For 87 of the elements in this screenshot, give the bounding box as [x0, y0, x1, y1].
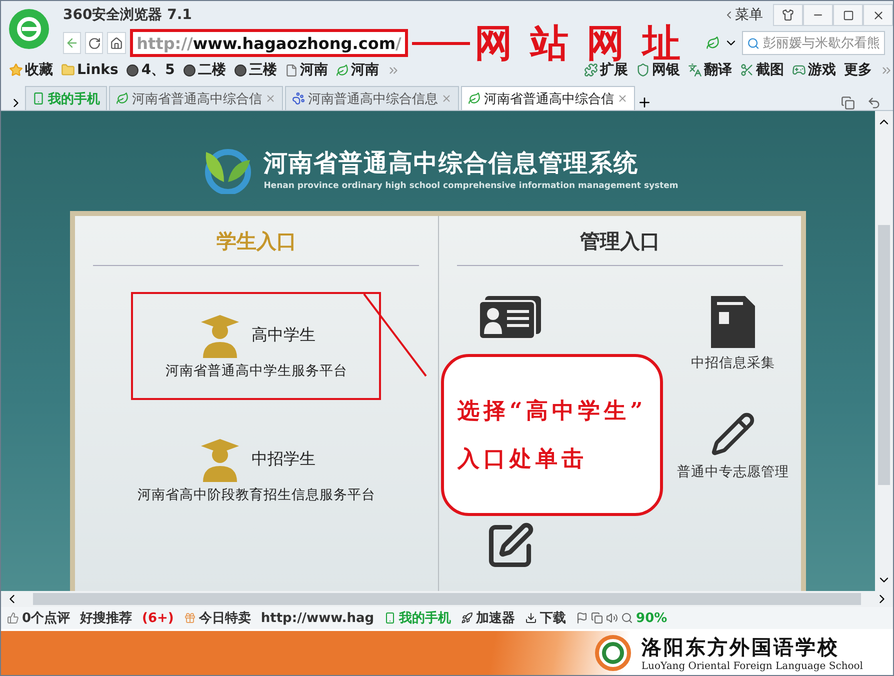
undo-icon[interactable]: [867, 96, 881, 110]
home-icon: [110, 36, 124, 50]
student-entry[interactable]: 中招学生 河南省高中阶段教育招生信息服务平台: [131, 416, 382, 524]
school-logo-icon: [595, 635, 632, 671]
bookmark-item[interactable]: Links: [61, 62, 118, 78]
browser-tab[interactable]: 河南普通高中综合信息: [285, 86, 459, 110]
windows-icon[interactable]: [591, 612, 604, 624]
bookmark-item[interactable]: 三楼: [234, 61, 277, 79]
horizontal-scrollbar[interactable]: [1, 591, 893, 607]
section-heading: 学生入口: [93, 216, 420, 266]
bookmark-item[interactable]: 河南: [336, 61, 379, 79]
puzzle-icon: [584, 63, 598, 77]
admin-entry-label[interactable]: 普通中专志愿管理: [677, 463, 789, 481]
toolbar-item[interactable]: 网银: [636, 61, 680, 79]
toolbar-item[interactable]: 扩展: [584, 61, 628, 79]
gift-icon: [184, 612, 196, 624]
section-heading: 管理入口: [456, 216, 783, 266]
window-title: 360安全浏览器 7.1: [63, 6, 192, 24]
document-icon[interactable]: [711, 296, 755, 348]
refresh-button[interactable]: [85, 32, 104, 54]
search-icon: [747, 36, 760, 50]
callout-text: 入口处单击: [458, 445, 588, 474]
leaf-icon: [706, 36, 720, 50]
close-button[interactable]: [863, 4, 893, 26]
browser-logo-icon[interactable]: [9, 9, 49, 49]
phone-icon: [32, 92, 45, 105]
page-icon: [284, 64, 298, 76]
school-subtitle: LuoYang Oriental Foreign Language School: [641, 661, 863, 672]
pencil-icon[interactable]: [710, 411, 756, 457]
thumbs-up-icon: [7, 612, 19, 624]
restore-tab-icon[interactable]: [841, 96, 855, 110]
translate-icon: [688, 63, 702, 77]
phone-icon: [384, 612, 396, 624]
bookmark-item[interactable]: 收藏: [9, 61, 53, 79]
browser-tab[interactable]: 河南省普通高中综合信: [461, 86, 635, 110]
status-item[interactable]: http://www.hag: [260, 610, 374, 626]
status-item[interactable]: 下载: [525, 609, 566, 627]
maximize-icon: [842, 10, 854, 20]
bookmark-item[interactable]: 河南: [284, 61, 328, 79]
browser-tab[interactable]: 河南省普通高中综合信: [109, 86, 283, 110]
status-item[interactable]: (6+): [142, 610, 174, 626]
bookmark-item[interactable]: 二楼: [182, 61, 226, 79]
toolbar-item[interactable]: 更多: [844, 61, 872, 79]
id-card-icon[interactable]: [478, 296, 540, 340]
new-tab-icon[interactable]: [637, 95, 652, 110]
admin-entry-label[interactable]: 中招信息采集: [691, 354, 775, 372]
search-field[interactable]: 彭丽媛与米歇尔看熊: [742, 31, 885, 55]
game-icon: [792, 63, 806, 77]
status-item[interactable]: 加速器: [461, 609, 516, 627]
shirt-icon: [782, 9, 794, 21]
status-item[interactable]: 好搜推荐: [80, 609, 132, 627]
volume-icon[interactable]: [606, 612, 618, 624]
menu-button[interactable]: 菜单: [735, 6, 763, 24]
bookmark-item[interactable]: 4、5: [126, 61, 175, 79]
leaf-icon: [336, 64, 349, 76]
download-icon: [525, 612, 538, 624]
back-icon: [65, 36, 80, 50]
paw-icon: [292, 92, 305, 105]
leaf-icon: [468, 92, 481, 105]
leader-line: [412, 42, 470, 44]
home-button[interactable]: [107, 32, 126, 54]
site-subtitle: Henan province ordinary high school comprehensive information management system: [264, 181, 678, 191]
leaf-icon: [116, 92, 129, 105]
skin-button[interactable]: [773, 4, 803, 26]
flag-icon[interactable]: [576, 612, 588, 624]
annotation-label: 网站网址: [474, 24, 698, 62]
status-item[interactable]: 0个点评: [7, 609, 70, 627]
student-entry[interactable]: 高中学生 河南省普通高中学生服务平台: [131, 292, 382, 400]
star-icon: [9, 63, 23, 77]
scissors-icon: [740, 63, 754, 77]
close-icon: [872, 8, 884, 22]
school-name: 洛阳东方外国语学校: [641, 634, 840, 661]
site-title: 河南省普通高中综合信息管理系统: [264, 148, 640, 179]
maximize-button[interactable]: [833, 4, 863, 26]
close-tab-icon[interactable]: [617, 93, 628, 104]
address-field[interactable]: http://www.hagaozhong.com/: [130, 29, 408, 57]
folder-icon: [61, 63, 75, 77]
toolbar-item[interactable]: 翻译: [688, 61, 732, 79]
shield-icon: [636, 63, 650, 77]
vertical-scrollbar[interactable]: [875, 111, 893, 591]
zoom-icon: [621, 612, 634, 624]
rocket-icon: [461, 612, 474, 624]
toolbar-item[interactable]: 截图: [740, 61, 784, 79]
refresh-icon: [88, 36, 101, 50]
status-item[interactable]: 今日特卖: [184, 609, 251, 627]
toolbar-item[interactable]: 游戏: [792, 61, 836, 79]
callout-text: 选择“高中学生”: [458, 397, 648, 426]
